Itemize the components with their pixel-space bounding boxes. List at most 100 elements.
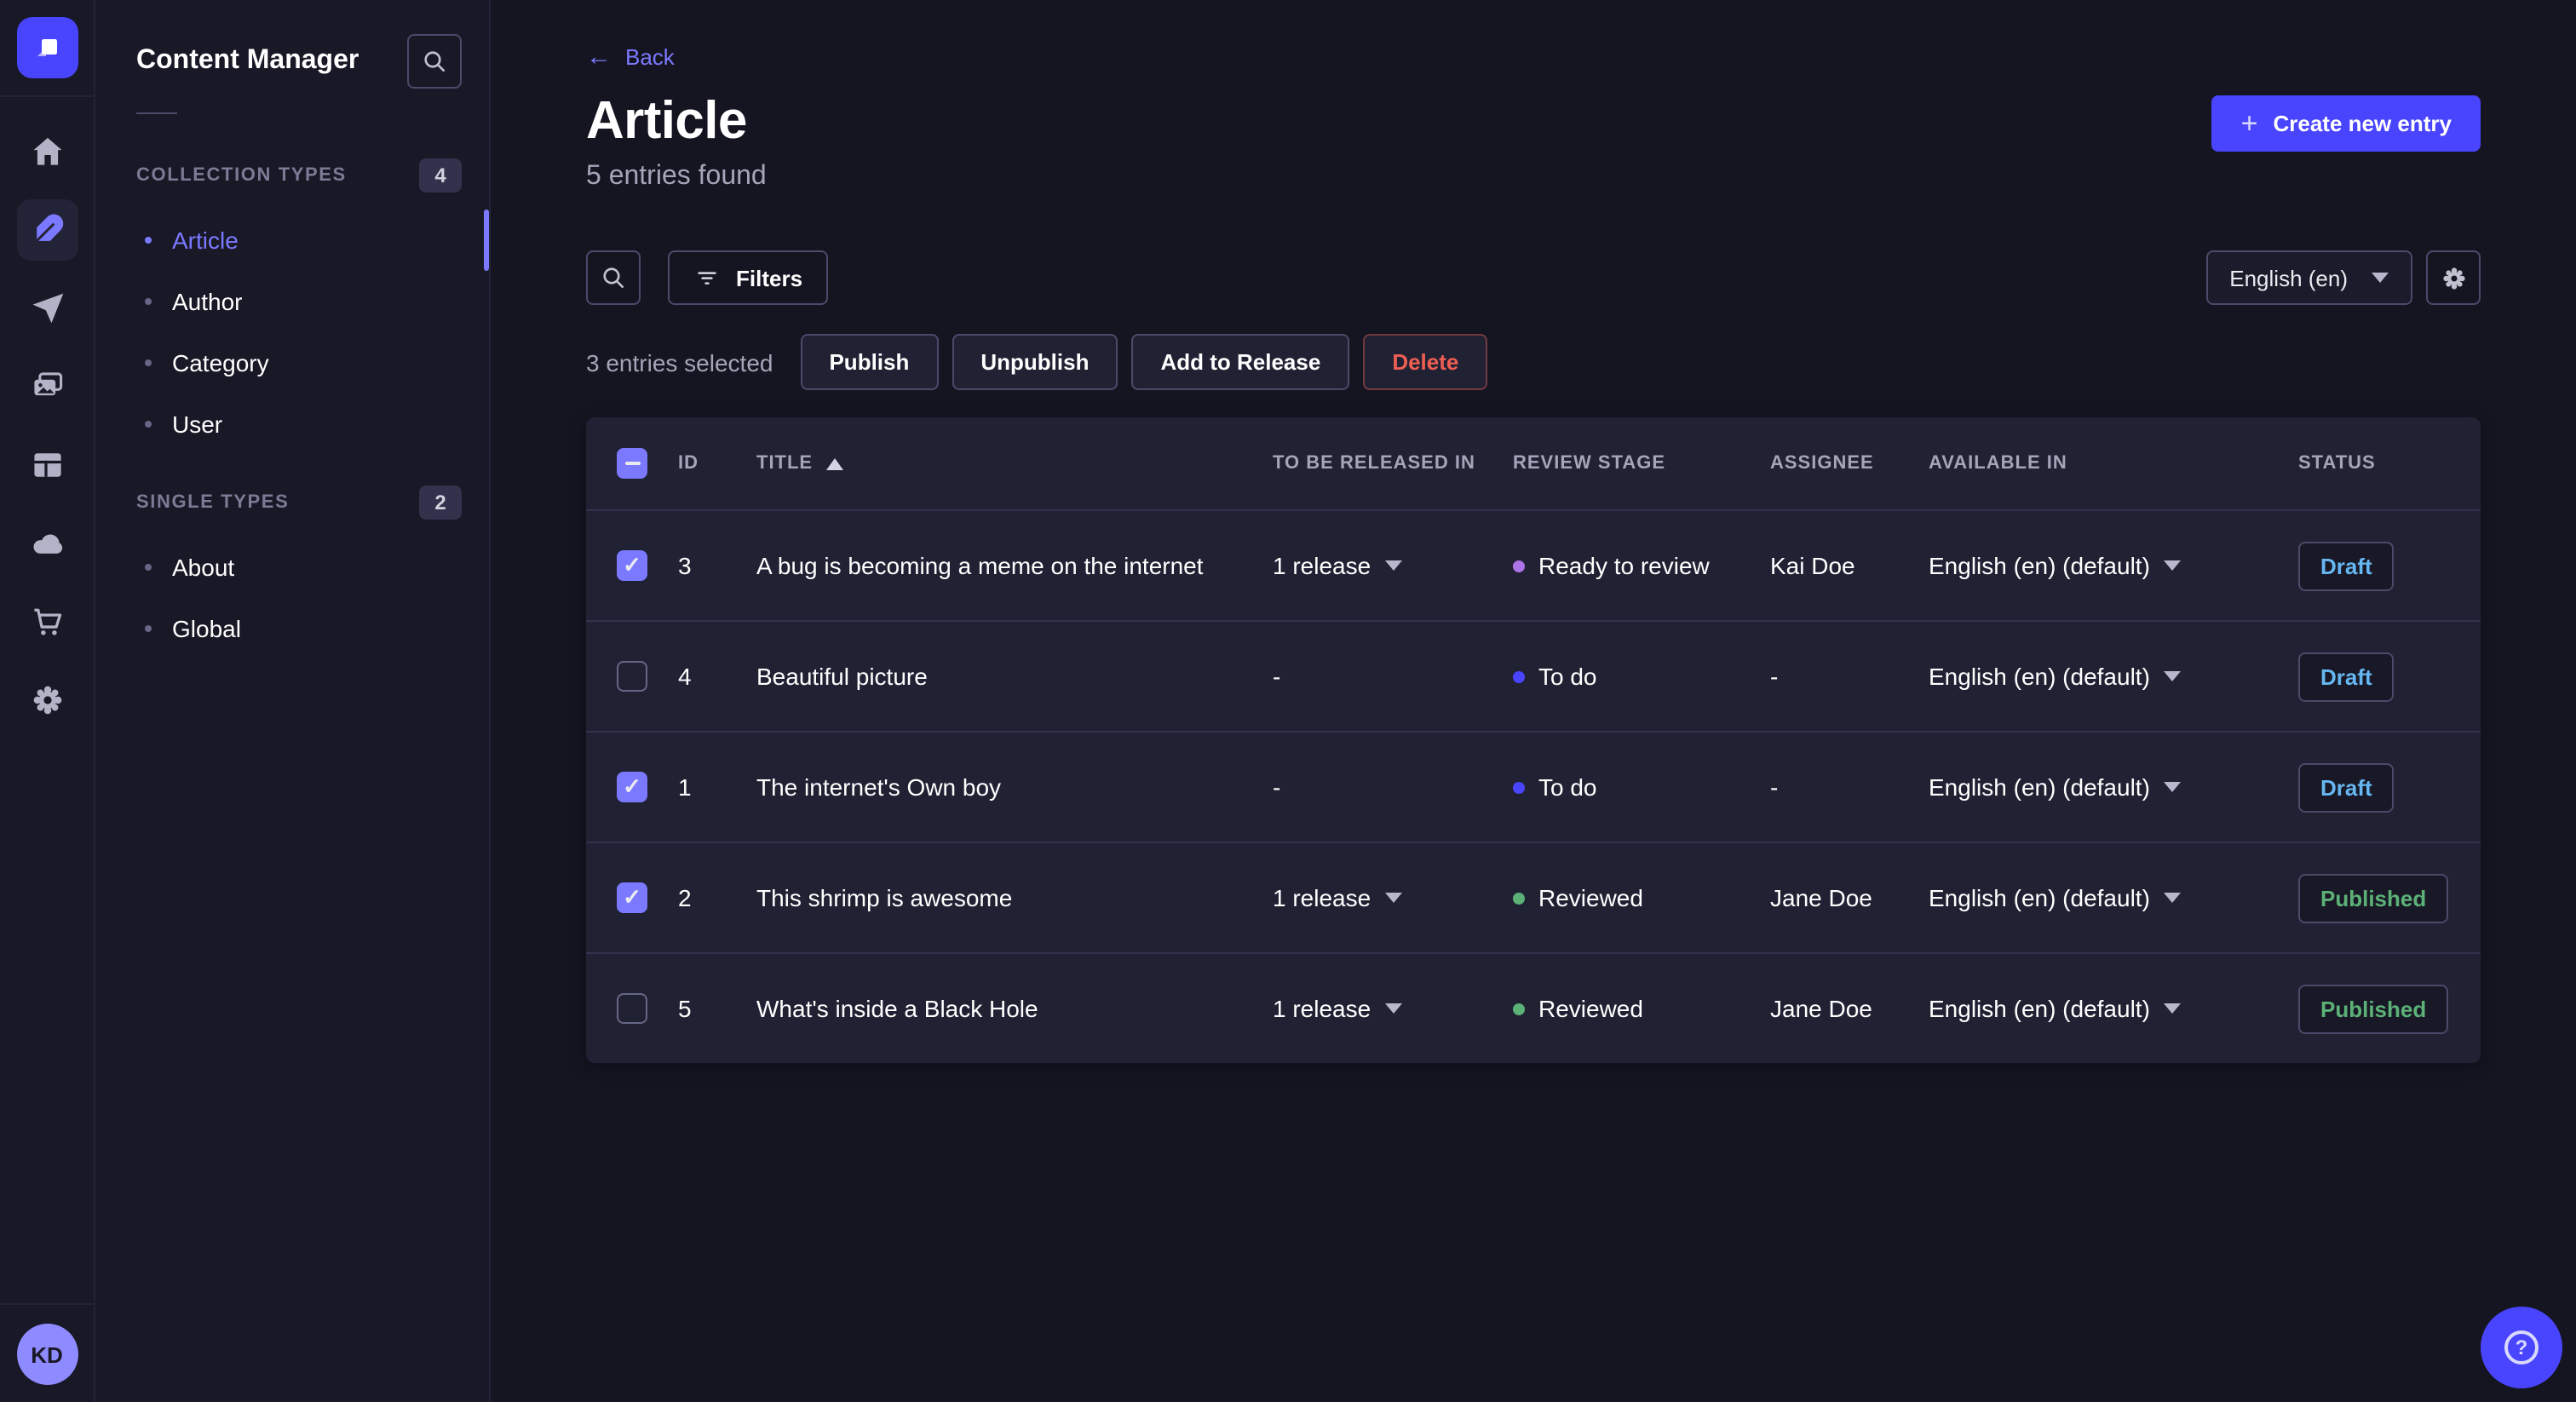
review-stage-dot xyxy=(1513,781,1525,793)
sidebar-item-label: Global xyxy=(172,615,241,642)
sidebar-item-author[interactable]: Author xyxy=(95,271,489,332)
back-link[interactable]: ← Back xyxy=(586,44,675,70)
subnav-title: Content Manager xyxy=(136,46,359,75)
title-cell: A bug is becoming a meme on the internet xyxy=(756,552,1204,579)
subnav-search-button[interactable] xyxy=(407,34,462,89)
settings-icon[interactable] xyxy=(16,669,78,731)
bullet-icon xyxy=(145,359,152,366)
view-settings-button[interactable] xyxy=(2426,250,2481,305)
table-row[interactable]: 1 The internet's Own boy - To do - Engli… xyxy=(586,731,2481,842)
sidebar-item-about[interactable]: About xyxy=(95,537,489,598)
entries-count-subtitle: 5 entries found xyxy=(586,162,767,191)
available-in-cell[interactable]: English (en) (default) xyxy=(1929,995,2298,1022)
row-checkbox[interactable] xyxy=(617,661,647,692)
release-caret xyxy=(1384,1003,1402,1014)
bullet-icon xyxy=(145,298,152,305)
assignee-cell: - xyxy=(1770,663,1779,690)
question-mark-icon: ? xyxy=(2504,1330,2539,1365)
status-cell: Draft xyxy=(2298,762,2450,812)
locale-value: English (en) xyxy=(2229,265,2348,290)
row-checkbox[interactable] xyxy=(617,550,647,581)
marketplace-icon[interactable] xyxy=(16,591,78,652)
sort-ascending-icon xyxy=(826,457,844,469)
header-to-be-released-in: TO BE RELEASED IN xyxy=(1273,453,1475,474)
table-row[interactable]: 2 This shrimp is awesome 1 release Revie… xyxy=(586,842,2481,952)
sidebar-item-user[interactable]: User xyxy=(95,394,489,455)
filters-label: Filters xyxy=(736,265,803,290)
filters-button[interactable]: Filters xyxy=(668,250,829,305)
create-new-entry-button[interactable]: + Create new entry xyxy=(2211,95,2481,152)
available-in-cell[interactable]: English (en) (default) xyxy=(1929,663,2298,690)
add-to-release-button[interactable]: Add to Release xyxy=(1131,334,1350,390)
content-manager-icon[interactable] xyxy=(16,199,78,261)
strapi-logo[interactable] xyxy=(16,17,78,78)
content-type-builder-icon[interactable] xyxy=(16,434,78,496)
release-cell[interactable]: - xyxy=(1273,773,1513,801)
table-row[interactable]: 4 Beautiful picture - To do - English (e… xyxy=(586,620,2481,731)
rail-bottom-divider xyxy=(0,1303,95,1305)
release-cell[interactable]: 1 release xyxy=(1273,552,1513,579)
search-icon xyxy=(424,51,445,72)
title-cell: What's inside a Black Hole xyxy=(756,995,1038,1022)
filter-icon xyxy=(698,272,716,284)
available-in-cell[interactable]: English (en) (default) xyxy=(1929,884,2298,911)
release-cell[interactable]: 1 release xyxy=(1273,995,1513,1022)
sidebar-item-article[interactable]: Article xyxy=(95,210,489,271)
list-search-button[interactable] xyxy=(586,250,641,305)
sidebar-item-category[interactable]: Category xyxy=(95,332,489,394)
sidebar-item-label: Category xyxy=(172,349,269,376)
media-library-icon[interactable] xyxy=(16,356,78,417)
user-avatar[interactable]: KD xyxy=(16,1324,78,1385)
row-checkbox[interactable] xyxy=(617,993,647,1024)
subnav-divider xyxy=(136,112,177,114)
available-in-cell[interactable]: English (en) (default) xyxy=(1929,552,2298,579)
back-arrow-icon: ← xyxy=(586,43,612,72)
locale-select[interactable]: English (en) xyxy=(2205,250,2412,305)
main-content: ← Back Article + Create new entry 5 entr… xyxy=(491,0,2576,1402)
id-cell: 3 xyxy=(678,552,692,579)
sidebar-item-label: Article xyxy=(172,227,239,254)
title-cell: Beautiful picture xyxy=(756,663,928,690)
header-review-stage: REVIEW STAGE xyxy=(1513,453,1666,474)
row-checkbox[interactable] xyxy=(617,882,647,913)
release-cell[interactable]: - xyxy=(1273,663,1513,690)
chevron-down-icon xyxy=(2163,782,2181,792)
create-new-entry-label: Create new entry xyxy=(2273,111,2452,136)
assignee-cell: - xyxy=(1770,773,1779,801)
assignee-cell: Jane Doe xyxy=(1770,995,1872,1022)
help-button[interactable]: ? xyxy=(2481,1307,2562,1388)
publish-button[interactable]: Publish xyxy=(800,334,939,390)
select-all-checkbox[interactable] xyxy=(617,448,647,479)
status-badge: Published xyxy=(2298,984,2449,1033)
id-cell: 1 xyxy=(678,773,692,801)
sidebar-item-global[interactable]: Global xyxy=(95,598,489,659)
home-icon[interactable] xyxy=(16,121,78,182)
delete-button[interactable]: Delete xyxy=(1363,334,1488,390)
bullet-icon xyxy=(145,564,152,571)
row-checkbox[interactable] xyxy=(617,772,647,802)
review-stage-dot xyxy=(1513,670,1525,682)
search-icon xyxy=(603,267,624,288)
status-badge: Published xyxy=(2298,873,2449,922)
release-cell[interactable]: 1 release xyxy=(1273,884,1513,911)
chevron-down-icon xyxy=(2163,671,2181,681)
deploy-icon[interactable] xyxy=(16,513,78,574)
table-row[interactable]: 5 What's inside a Black Hole 1 release R… xyxy=(586,952,2481,1063)
collection-types-count-badge: 4 xyxy=(419,158,462,192)
status-badge: Draft xyxy=(2298,762,2395,812)
releases-icon[interactable] xyxy=(16,278,78,339)
unpublish-button[interactable]: Unpublish xyxy=(952,334,1118,390)
release-caret xyxy=(1384,893,1402,903)
table-header-row: ID TITLE TO BE RELEASED IN REVIEW STAGE … xyxy=(586,417,2481,509)
header-id[interactable]: ID xyxy=(678,453,750,474)
strapi-logo-icon xyxy=(37,39,56,56)
review-stage-dot xyxy=(1513,1003,1525,1014)
available-in-cell[interactable]: English (en) (default) xyxy=(1929,773,2298,801)
table-row[interactable]: 3 A bug is becoming a meme on the intern… xyxy=(586,509,2481,620)
rail-divider xyxy=(0,95,95,97)
header-title[interactable]: TITLE xyxy=(750,453,1273,474)
review-stage-cell: To do xyxy=(1513,663,1770,690)
sidebar-item-label: User xyxy=(172,411,223,438)
chevron-down-icon xyxy=(2372,273,2389,283)
review-stage-cell: Ready to review xyxy=(1513,552,1770,579)
